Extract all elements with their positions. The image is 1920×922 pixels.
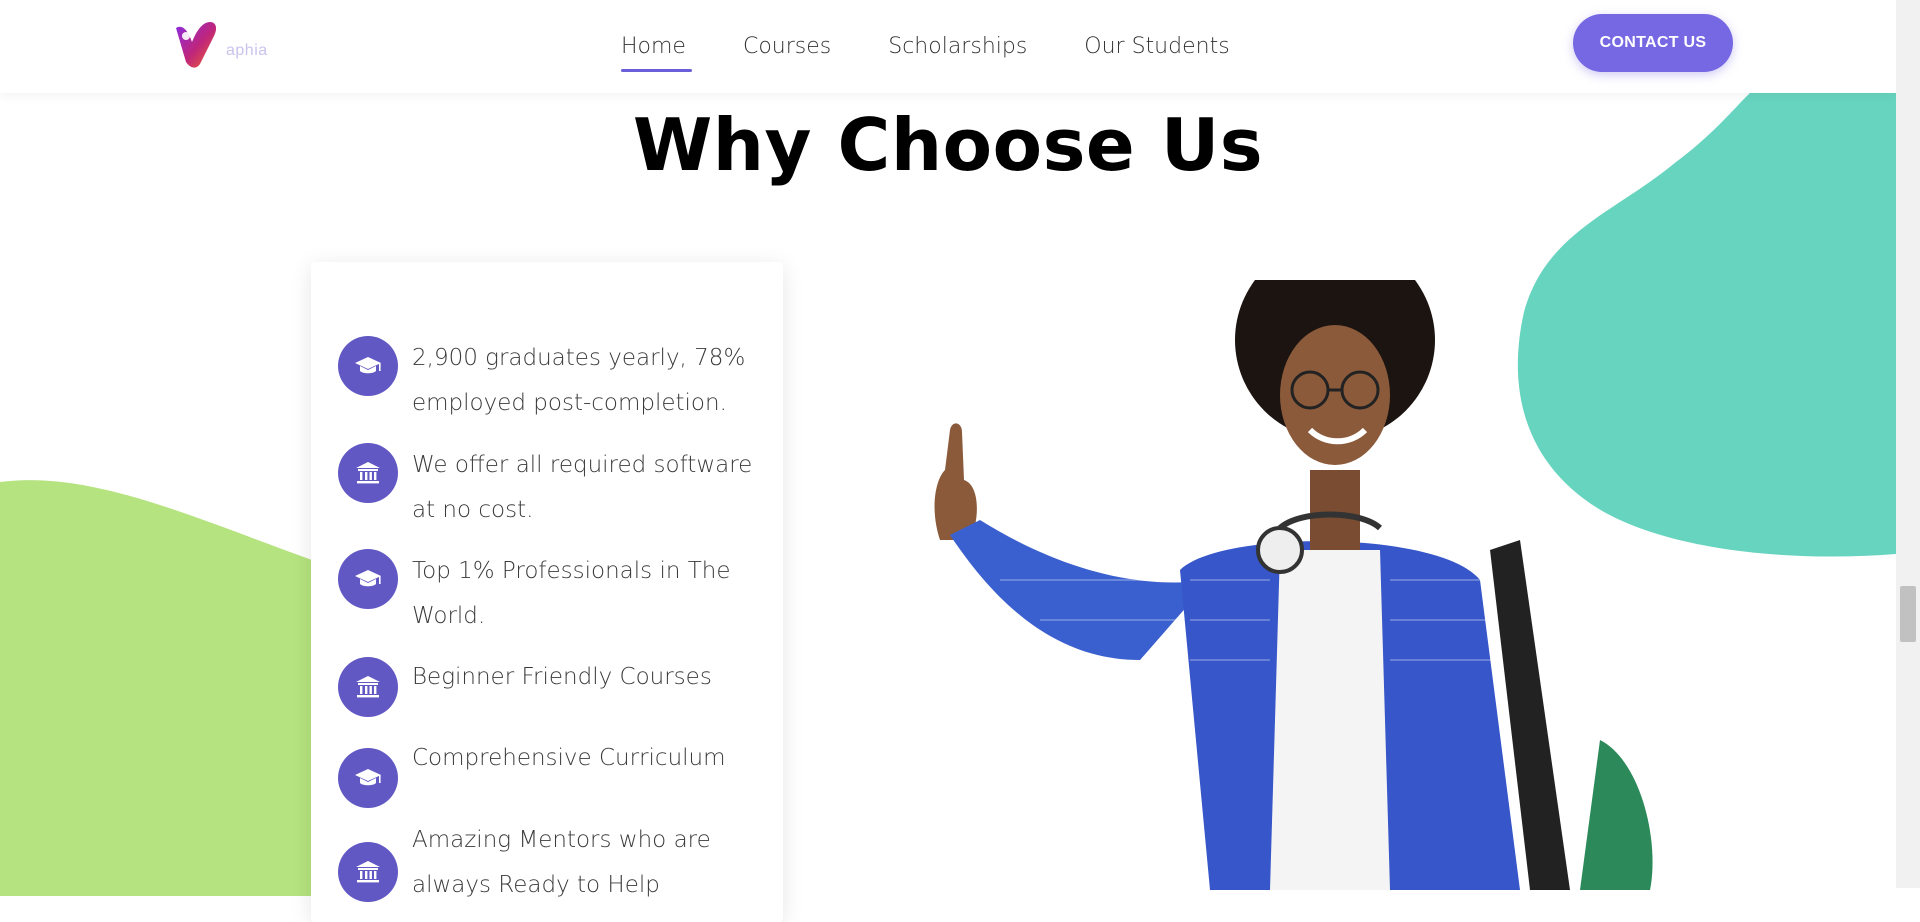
scrollbar-thumb[interactable]	[1900, 586, 1916, 642]
feature-text: We offer all required software at no cos…	[412, 452, 753, 523]
top-navigation-bar: aphia Home Courses Scholarships Our Stud…	[0, 0, 1896, 93]
nav-home[interactable]: Home	[621, 34, 692, 72]
nav-scholarships[interactable]: Scholarships	[888, 34, 1027, 59]
green-blob-decoration	[0, 480, 312, 896]
feature-item: Comprehensive Curriculum	[338, 745, 768, 808]
section-title: Why Choose Us	[632, 103, 1264, 187]
page-scrollbar[interactable]	[1896, 0, 1920, 888]
nav-courses[interactable]: Courses	[743, 34, 831, 59]
main-nav: Home Courses Scholarships Our Students	[621, 0, 1230, 93]
feature-item: 2,900 graduates yearly, 78% employed pos…	[338, 336, 768, 426]
feature-text: 2,900 graduates yearly, 78% employed pos…	[412, 345, 746, 416]
feature-text: Top 1% Professionals in The World.	[412, 558, 731, 629]
feature-item: Beginner Friendly Courses	[338, 657, 768, 717]
graduation-cap-icon	[338, 549, 398, 609]
graduation-cap-icon	[338, 336, 398, 396]
features-card: 2,900 graduates yearly, 78% employed pos…	[311, 262, 783, 922]
site-logo[interactable]: aphia	[172, 20, 284, 70]
graduation-cap-icon	[338, 748, 398, 808]
feature-item: We offer all required software at no cos…	[338, 443, 768, 533]
institution-icon	[338, 443, 398, 503]
institution-icon	[338, 657, 398, 717]
feature-text: Amazing Mentors who are always Ready to …	[412, 827, 711, 898]
contact-us-button[interactable]: CONTACT US	[1573, 14, 1733, 72]
logo-mark-icon	[176, 22, 217, 68]
feature-text: Beginner Friendly Courses	[412, 664, 712, 690]
student-illustration	[934, 280, 1653, 890]
feature-text: Comprehensive Curriculum	[412, 745, 726, 771]
institution-icon	[338, 842, 398, 902]
nav-our-students[interactable]: Our Students	[1084, 34, 1229, 59]
logo-wordmark: aphia	[226, 42, 268, 59]
feature-item: Top 1% Professionals in The World.	[338, 549, 768, 639]
feature-item: Amazing Mentors who are always Ready to …	[338, 827, 768, 908]
